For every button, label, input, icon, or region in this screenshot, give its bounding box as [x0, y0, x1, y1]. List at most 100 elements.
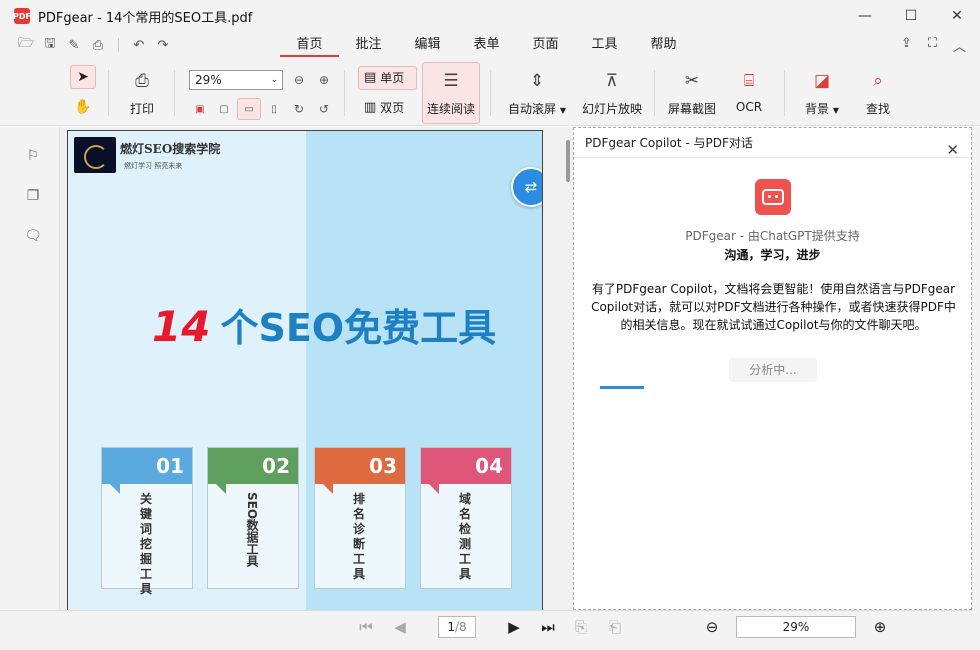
zoom-input[interactable]: 29%: [736, 616, 856, 638]
auto-scroll-button[interactable]: ⇕ 自动滚屏 ▼: [505, 68, 569, 117]
back-view-icon[interactable]: ⎘: [572, 618, 590, 636]
copilot-panel: PDFgear Copilot - 与PDF对话 ✕ PDFgear - 由Ch…: [573, 127, 972, 610]
continuous-read-icon: ☰: [443, 71, 459, 91]
comments-icon[interactable]: 🗨: [24, 227, 42, 245]
scrollbar-thumb[interactable]: [566, 140, 570, 182]
ocr-icon: ⌸: [743, 71, 755, 91]
search-icon: ⌕: [873, 71, 883, 91]
print-button[interactable]: ⎙ 打印: [126, 68, 158, 117]
single-page-button[interactable]: ▤ 单页: [364, 69, 404, 86]
window-edge: [972, 127, 980, 650]
find-label: 查找: [865, 102, 890, 116]
translate-fab-icon[interactable]: ⇄: [511, 167, 542, 207]
tab-tools[interactable]: 工具: [575, 32, 634, 58]
card-label: 域名检测工具: [458, 492, 471, 581]
screenshot-button[interactable]: ✂ 屏幕截图: [666, 68, 718, 117]
copilot-slogan: 沟通，学习，进步: [724, 248, 821, 262]
first-page-icon[interactable]: ⏮: [357, 618, 375, 636]
thumbnails-icon[interactable]: ❐: [24, 187, 42, 205]
next-page-icon[interactable]: ▶: [505, 618, 523, 636]
auto-scroll-icon: ⇕: [529, 71, 545, 91]
close-icon[interactable]: ✕: [946, 135, 959, 165]
zoom-in-icon[interactable]: ⊕: [871, 618, 889, 636]
fit-page-icon[interactable]: ▢: [216, 101, 232, 117]
card-number: 03: [369, 454, 397, 478]
separator: [784, 70, 785, 116]
copilot-powered-by: PDFgear - 由ChatGPT提供支持: [685, 229, 860, 243]
slideshow-button[interactable]: ⊼ 幻灯片放映: [580, 68, 644, 117]
tool-card: 04 域名检测工具: [420, 447, 512, 589]
hand-tool-icon[interactable]: ✋: [74, 99, 91, 115]
select-cursor-icon[interactable]: ➤: [75, 69, 91, 85]
close-button[interactable]: ✕: [934, 0, 980, 32]
tab-annotate[interactable]: 批注: [339, 32, 398, 58]
single-page-label: 单页: [380, 71, 405, 85]
redo-icon[interactable]: ↷: [155, 37, 171, 53]
copilot-intro: 有了PDFgear Copilot，文档将会更智能！使用自然语言与PDFgear…: [591, 282, 956, 332]
window-title: PDFgear - 14个常用的SEO工具.pdf: [38, 10, 253, 26]
slideshow-label: 幻灯片放映: [581, 102, 642, 116]
chevron-down-icon: ▼: [559, 106, 566, 115]
print-icon[interactable]: ⎙: [90, 37, 106, 53]
pdf-page: 燃灯SEO搜索学院 燃灯学习 照亮未来 14 个SEO免费工具 01 关键词挖掘工…: [67, 130, 543, 610]
page-number-input[interactable]: 1/8: [438, 616, 476, 638]
document-view[interactable]: 燃灯SEO搜索学院 燃灯学习 照亮未来 14 个SEO免费工具 01 关键词挖掘工…: [60, 127, 573, 610]
rotate-left-icon[interactable]: ↺: [316, 101, 332, 117]
tab-page[interactable]: 页面: [516, 32, 575, 58]
card-label: 排名诊断工具: [352, 492, 365, 581]
zoom-out-icon[interactable]: ⊖: [703, 618, 721, 636]
last-page-icon[interactable]: ⏭: [539, 618, 557, 636]
tool-card: 01 关键词挖掘工具: [101, 447, 193, 596]
progress-bar: [600, 386, 644, 389]
find-button[interactable]: ⌕ 查找: [862, 68, 894, 117]
brand-name: 燃灯SEO搜索学院: [120, 142, 221, 156]
app-logo: PDF: [13, 8, 31, 24]
prev-page-icon[interactable]: ◀: [391, 618, 409, 636]
zoom-value: 29%: [195, 73, 222, 87]
background-label: 背景 ▼: [805, 102, 839, 116]
save-as-icon[interactable]: ✎: [66, 37, 82, 53]
tab-help[interactable]: 帮助: [634, 32, 693, 58]
card-number: 04: [475, 454, 503, 478]
headline-number: 14: [152, 302, 211, 351]
open-folder-icon[interactable]: 🗁: [18, 36, 34, 53]
brand-slogan: 燃灯学习 照亮未来: [124, 162, 183, 170]
ribbon: ➤ ✋ ⎙ 打印 29% ⌄ ⊖ ⊕ ▣ ▢ ▭ ▯ ↻ ↺ ▤ 单页 ▥ 双页…: [0, 58, 980, 126]
separator: [654, 70, 655, 116]
brand-logo: [74, 137, 116, 173]
total-pages: /8: [454, 620, 467, 634]
tab-form[interactable]: 表单: [457, 32, 516, 58]
undo-icon[interactable]: ↶: [131, 37, 147, 53]
share-icon[interactable]: ⇪: [901, 36, 912, 55]
zoom-out-icon[interactable]: ⊖: [291, 72, 307, 88]
zoom-in-icon[interactable]: ⊕: [316, 72, 332, 88]
double-page-icon: ▥: [364, 100, 377, 115]
screenshot-label: 屏幕截图: [667, 102, 716, 116]
minimize-button[interactable]: —: [842, 0, 888, 32]
tab-home[interactable]: 首页: [280, 32, 339, 58]
forward-view-icon[interactable]: ⎗: [606, 618, 624, 636]
collapse-ribbon-icon[interactable]: ︿: [953, 36, 966, 55]
printer-icon: ⎙: [135, 71, 149, 91]
save-icon[interactable]: 🖫: [42, 36, 58, 53]
double-page-button[interactable]: ▥ 双页: [364, 99, 404, 116]
scissors-icon: ✂: [684, 71, 700, 91]
background-button[interactable]: ◪ 背景 ▼: [800, 68, 844, 117]
bookmark-icon[interactable]: ⚐: [24, 147, 42, 165]
tab-edit[interactable]: 编辑: [398, 32, 457, 58]
zoom-select[interactable]: 29% ⌄: [189, 70, 283, 90]
current-page: 1: [447, 620, 455, 634]
projector-icon: ⊼: [605, 71, 619, 91]
background-icon: ◪: [813, 71, 831, 91]
maximize-button[interactable]: ☐: [888, 0, 934, 32]
fullscreen-icon[interactable]: ⛶: [928, 36, 937, 55]
copilot-header: PDFgear Copilot - 与PDF对话 ✕: [574, 128, 971, 159]
continuous-read-button[interactable]: ☰ 连续阅读: [426, 68, 476, 117]
single-page-icon: ▤: [364, 70, 377, 85]
window-edge: [0, 642, 980, 650]
fit-visible-icon[interactable]: ▯: [266, 101, 282, 117]
fit-width-icon[interactable]: ▭: [241, 101, 257, 117]
ocr-button[interactable]: ⌸ OCR: [734, 68, 764, 114]
actual-size-icon[interactable]: ▣: [192, 101, 208, 117]
rotate-right-icon[interactable]: ↻: [291, 101, 307, 117]
